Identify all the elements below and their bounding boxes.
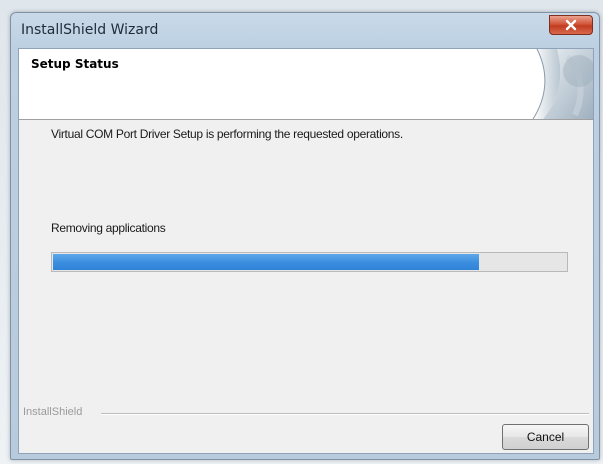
footer-divider xyxy=(19,413,593,415)
screen: InstallShield Wizard Setup Status Virtua… xyxy=(0,0,603,464)
page-curl-graphic xyxy=(532,49,593,119)
installer-window: InstallShield Wizard Setup Status Virtua… xyxy=(10,12,600,460)
close-icon xyxy=(565,19,577,31)
progress-bar xyxy=(51,252,568,272)
page-title: Setup Status xyxy=(31,57,119,71)
wizard-header: Setup Status xyxy=(19,49,593,120)
close-button[interactable] xyxy=(549,15,593,35)
status-text: Removing applications xyxy=(51,221,166,235)
progress-fill xyxy=(53,254,479,270)
cancel-button[interactable]: Cancel xyxy=(502,424,589,450)
wizard-body: Setup Status Virtual COM Port Driver Set… xyxy=(18,48,594,454)
operation-message: Virtual COM Port Driver Setup is perform… xyxy=(51,127,403,141)
divider-rule xyxy=(101,413,589,415)
title-bar[interactable]: InstallShield Wizard xyxy=(11,13,599,47)
window-title: InstallShield Wizard xyxy=(21,22,159,38)
brand-label: InstallShield xyxy=(23,406,83,418)
